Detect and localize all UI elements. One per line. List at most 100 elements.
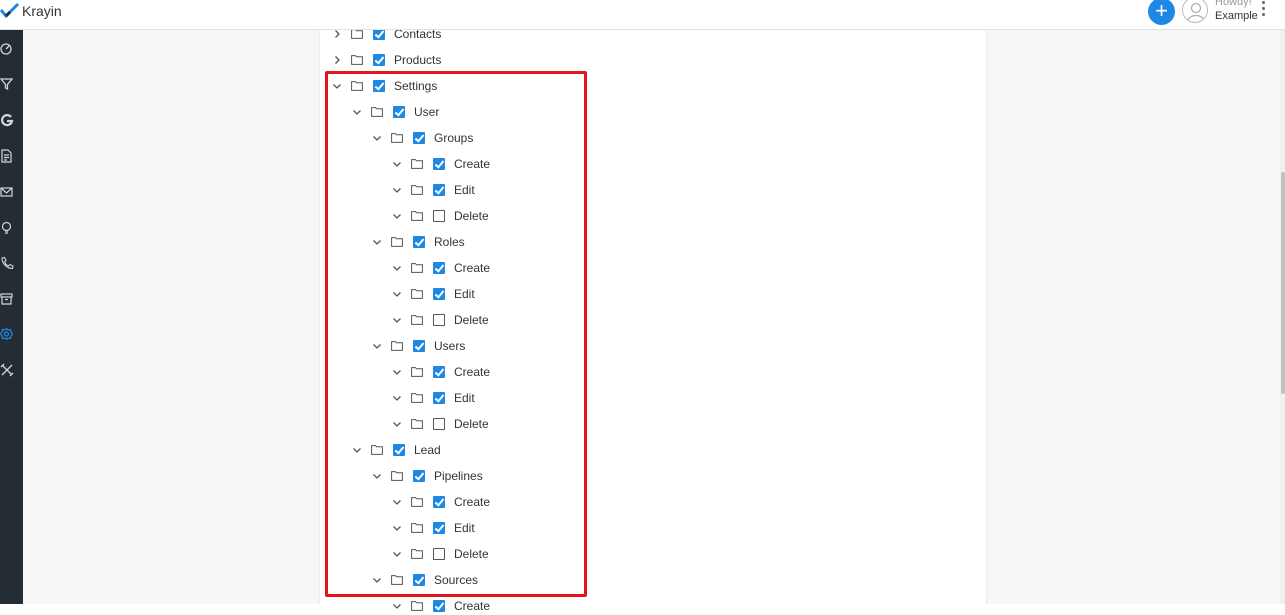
permission-label[interactable]: Delete <box>454 547 489 561</box>
mail-icon[interactable] <box>0 185 14 199</box>
chevron-down-icon[interactable] <box>391 418 403 430</box>
permission-label[interactable]: Settings <box>394 79 437 93</box>
chevron-down-icon[interactable] <box>351 444 363 456</box>
tools-icon[interactable] <box>0 363 14 377</box>
chevron-down-icon[interactable] <box>391 392 403 404</box>
chevron-down-icon[interactable] <box>391 496 403 508</box>
permission-label[interactable]: Create <box>454 365 490 379</box>
chevron-down-icon[interactable] <box>391 366 403 378</box>
permission-checkbox[interactable] <box>433 522 445 534</box>
dashboard-icon[interactable] <box>0 42 14 56</box>
permission-label[interactable]: User <box>414 105 439 119</box>
permission-label[interactable]: Edit <box>454 183 475 197</box>
tree-row[interactable]: Users <box>371 337 465 355</box>
tree-row[interactable]: Create <box>391 363 490 381</box>
permission-checkbox[interactable] <box>433 548 445 560</box>
krayin-logo[interactable]: Krayin <box>0 2 62 20</box>
tree-row[interactable]: Lead <box>351 441 441 459</box>
permission-label[interactable]: Delete <box>454 313 489 327</box>
chevron-down-icon[interactable] <box>371 132 383 144</box>
tree-row[interactable]: Roles <box>371 233 465 251</box>
permission-checkbox[interactable] <box>373 54 385 66</box>
kebab-icon[interactable] <box>1262 1 1266 19</box>
permission-label[interactable]: Delete <box>454 209 489 223</box>
chevron-down-icon[interactable] <box>391 158 403 170</box>
tree-row[interactable]: Delete <box>391 207 489 225</box>
permission-label[interactable]: Pipelines <box>434 469 483 483</box>
permission-checkbox[interactable] <box>433 262 445 274</box>
permission-label[interactable]: Products <box>394 53 441 67</box>
tree-row[interactable]: Sources <box>371 571 478 589</box>
permission-label[interactable]: Edit <box>454 391 475 405</box>
filter-icon[interactable] <box>0 77 14 91</box>
tree-row[interactable]: Groups <box>371 129 473 147</box>
chevron-down-icon[interactable] <box>391 522 403 534</box>
chevron-down-icon[interactable] <box>391 288 403 300</box>
chevron-right-icon[interactable] <box>331 54 343 66</box>
permission-checkbox[interactable] <box>433 184 445 196</box>
tree-row[interactable]: User <box>351 103 439 121</box>
permission-checkbox[interactable] <box>433 418 445 430</box>
user-avatar[interactable] <box>1182 0 1208 23</box>
archive-icon[interactable] <box>0 292 14 306</box>
permission-checkbox[interactable] <box>413 574 425 586</box>
chevron-down-icon[interactable] <box>391 262 403 274</box>
lightbulb-icon[interactable] <box>0 221 14 235</box>
permission-label[interactable]: Delete <box>454 417 489 431</box>
permission-label[interactable]: Roles <box>434 235 465 249</box>
permission-label[interactable]: Groups <box>434 131 473 145</box>
chevron-down-icon[interactable] <box>391 184 403 196</box>
chevron-down-icon[interactable] <box>391 210 403 222</box>
tree-row[interactable]: Edit <box>391 519 475 537</box>
chevron-down-icon[interactable] <box>371 470 383 482</box>
scrollbar-thumb[interactable] <box>1281 172 1285 394</box>
permission-checkbox[interactable] <box>373 80 385 92</box>
permission-checkbox[interactable] <box>433 288 445 300</box>
permission-checkbox[interactable] <box>433 210 445 222</box>
permission-label[interactable]: Users <box>434 339 465 353</box>
tree-row[interactable]: Create <box>391 259 490 277</box>
tree-row[interactable]: Pipelines <box>371 467 483 485</box>
tree-row[interactable]: Edit <box>391 285 475 303</box>
tree-row[interactable]: Products <box>331 51 441 69</box>
permission-label[interactable]: Edit <box>454 521 475 535</box>
chevron-down-icon[interactable] <box>331 80 343 92</box>
chevron-down-icon[interactable] <box>371 236 383 248</box>
tree-row[interactable]: Edit <box>391 389 475 407</box>
document-icon[interactable] <box>0 149 14 163</box>
quick-add-button[interactable]: + <box>1148 0 1175 25</box>
phone-icon[interactable] <box>0 256 14 270</box>
chevron-down-icon[interactable] <box>391 314 403 326</box>
permission-label[interactable]: Lead <box>414 443 441 457</box>
tree-row[interactable]: Delete <box>391 311 489 329</box>
permission-checkbox[interactable] <box>413 132 425 144</box>
permission-checkbox[interactable] <box>393 106 405 118</box>
permission-checkbox[interactable] <box>413 470 425 482</box>
permission-label[interactable]: Edit <box>454 287 475 301</box>
chevron-down-icon[interactable] <box>351 106 363 118</box>
permission-checkbox[interactable] <box>433 158 445 170</box>
permission-checkbox[interactable] <box>413 236 425 248</box>
chevron-down-icon[interactable] <box>371 574 383 586</box>
tree-row[interactable]: Delete <box>391 415 489 433</box>
permission-checkbox[interactable] <box>413 340 425 352</box>
permission-label[interactable]: Create <box>454 599 490 613</box>
permission-checkbox[interactable] <box>393 444 405 456</box>
chevron-down-icon[interactable] <box>391 548 403 560</box>
permission-checkbox[interactable] <box>433 496 445 508</box>
permission-label[interactable]: Sources <box>434 573 478 587</box>
user-name[interactable]: Example <box>1215 10 1258 22</box>
tree-row[interactable]: Delete <box>391 545 489 563</box>
permission-label[interactable]: Create <box>454 261 490 275</box>
tree-row[interactable]: Edit <box>391 181 475 199</box>
google-icon[interactable] <box>0 113 14 127</box>
permission-checkbox[interactable] <box>433 366 445 378</box>
chevron-down-icon[interactable] <box>391 600 403 612</box>
tree-row[interactable]: Settings <box>331 77 437 95</box>
tree-row[interactable]: Create <box>391 155 490 173</box>
settings-icon[interactable] <box>0 327 14 341</box>
tree-row[interactable]: Create <box>391 597 490 615</box>
permission-label[interactable]: Create <box>454 495 490 509</box>
permission-checkbox[interactable] <box>433 600 445 612</box>
permission-checkbox[interactable] <box>433 392 445 404</box>
